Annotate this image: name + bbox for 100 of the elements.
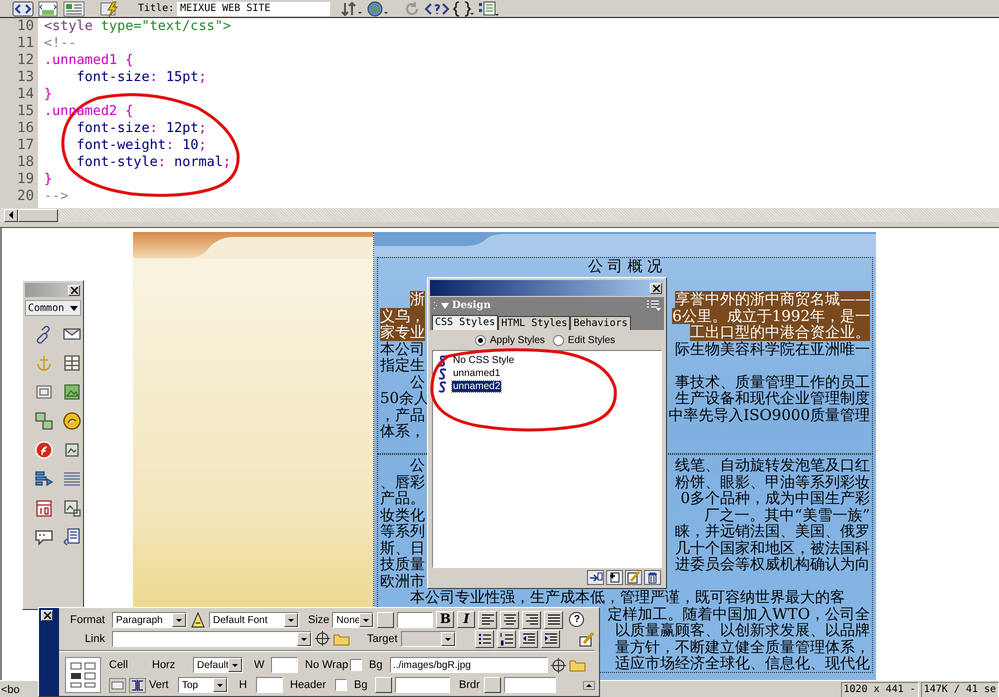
point-to-file-icon[interactable] <box>551 658 566 672</box>
vertical-align-dropdown[interactable]: Top <box>178 677 228 693</box>
width-field[interactable] <box>271 657 298 673</box>
list-pointer-icon[interactable] <box>34 469 54 489</box>
merge-cells-icon[interactable] <box>109 678 126 692</box>
border-color-field[interactable] <box>504 677 556 693</box>
align-left-icon[interactable] <box>478 610 498 628</box>
paragraph-text: 公 <box>410 374 425 390</box>
color-field[interactable] <box>397 612 434 628</box>
radio-label[interactable]: Edit Styles <box>568 334 616 346</box>
height-field[interactable] <box>256 677 283 693</box>
field-label: Brdr <box>459 679 481 691</box>
paragraph-text: 公 <box>410 457 425 474</box>
close-button[interactable] <box>68 284 80 296</box>
letter-a-icon[interactable] <box>190 612 206 628</box>
category-dropdown[interactable]: Common <box>25 300 81 316</box>
panel-tab[interactable]: Behaviors <box>570 316 631 330</box>
color-picker[interactable] <box>377 612 394 628</box>
horizontal-scrollbar[interactable] <box>0 208 999 222</box>
field-label: Horz <box>152 659 176 671</box>
scrollbar-thumb[interactable] <box>18 208 58 222</box>
collapse-triangle-icon[interactable] <box>441 302 449 308</box>
new-style-icon[interactable] <box>606 570 623 584</box>
style-list-item[interactable]: unnamed2 <box>452 381 502 392</box>
radio-label[interactable]: Apply Styles <box>490 334 545 346</box>
bold-button[interactable]: B <box>436 611 454 628</box>
paragraph-text: 体系， <box>380 423 425 440</box>
tag-selector[interactable]: <bo <box>1 684 20 696</box>
split-cell-icon[interactable] <box>129 678 146 692</box>
code-tag-icon[interactable] <box>424 0 450 16</box>
code-line: } <box>43 86 54 103</box>
image-swap-icon[interactable] <box>34 411 54 431</box>
format-dropdown[interactable]: Paragraph <box>112 612 187 628</box>
split-view-icon[interactable] <box>37 0 59 16</box>
close-button[interactable] <box>650 282 662 294</box>
font-dropdown[interactable]: Default Font <box>209 612 299 628</box>
style-list-item[interactable]: unnamed1 <box>452 368 502 379</box>
paragraph-text: 欧洲市 <box>380 572 425 589</box>
radio-button[interactable] <box>474 334 486 346</box>
trash-icon[interactable] <box>644 570 661 584</box>
table-cell-icon <box>65 657 101 693</box>
panel-tab[interactable]: CSS Styles <box>432 315 498 330</box>
background-image-field[interactable]: ../images/bgR.jpg <box>390 657 548 673</box>
disc-logo-icon[interactable] <box>62 411 82 431</box>
field-label: Cell <box>109 659 129 671</box>
picture-icon[interactable] <box>62 382 82 402</box>
checkbox[interactable] <box>350 659 362 671</box>
table-icon[interactable] <box>62 353 82 373</box>
checkbox[interactable] <box>335 679 347 691</box>
align-center-icon[interactable] <box>500 610 520 628</box>
design-view-icon[interactable] <box>62 0 86 16</box>
indent-icon[interactable] <box>540 630 560 648</box>
file-transfer-icon[interactable] <box>339 0 364 16</box>
paragraph-text: 等系列 <box>380 523 425 540</box>
image-document-icon[interactable] <box>62 498 82 518</box>
color-picker[interactable] <box>484 677 501 693</box>
color-picker[interactable] <box>375 677 392 693</box>
background-color-field[interactable] <box>395 677 450 693</box>
expand-arrow-icon[interactable] <box>583 680 595 690</box>
field-label: Vert <box>149 679 170 691</box>
options-list-icon[interactable] <box>478 0 500 16</box>
close-button[interactable] <box>41 610 53 621</box>
line-number: 14 <box>16 86 35 103</box>
numbered-list-icon[interactable] <box>496 630 516 648</box>
code-view-icon[interactable] <box>12 0 34 16</box>
point-to-file-icon[interactable] <box>315 631 330 646</box>
edit-pencil-icon[interactable] <box>625 570 642 584</box>
panel-group-title[interactable]: Design <box>452 300 491 311</box>
align-right-icon[interactable] <box>522 610 542 628</box>
attach-stylesheet-icon[interactable] <box>587 570 604 584</box>
bulleted-list-icon[interactable] <box>474 630 494 648</box>
document-tag-icon[interactable] <box>62 527 82 547</box>
line-number: 13 <box>16 69 35 86</box>
braces-icon[interactable] <box>453 0 476 16</box>
quick-tag-edit-icon[interactable] <box>579 630 595 646</box>
window-size-readout[interactable]: 1020 x 441 - <box>840 682 919 697</box>
paragraph-text: 几十个国家和地区，被法国科 <box>675 540 870 556</box>
code-line: --> <box>43 188 70 205</box>
paragraph-text: 义乌， <box>380 308 425 324</box>
line-number: 18 <box>16 154 35 171</box>
paragraph-text: 量方针，不断建立健全质量管理体系， <box>615 638 870 655</box>
lightning-icon[interactable] <box>99 0 121 16</box>
outdent-icon[interactable] <box>518 630 538 648</box>
grip-icon[interactable] <box>433 300 438 310</box>
help-button[interactable]: ? <box>569 612 584 627</box>
globe-icon[interactable] <box>366 0 390 16</box>
style-list-item[interactable]: No CSS Style <box>452 355 516 366</box>
size-dropdown[interactable]: None <box>332 612 374 628</box>
radio-button[interactable] <box>552 334 564 346</box>
code-line: font-size: 15pt; <box>76 69 208 86</box>
title-field[interactable]: MEIXUE WEB SITE <box>177 2 330 16</box>
paragraph-text: 工出口型的中港合资企业。 <box>690 324 870 340</box>
italic-button[interactable]: I <box>457 611 476 628</box>
link-field[interactable] <box>112 630 312 646</box>
justify-icon[interactable] <box>544 610 564 628</box>
panel-tab[interactable]: HTML Styles <box>498 316 570 330</box>
horizontal-align-dropdown[interactable]: Default <box>193 657 243 673</box>
close-icon <box>70 286 78 294</box>
options-menu-icon[interactable] <box>647 300 661 311</box>
calendar-icon[interactable] <box>34 498 54 518</box>
